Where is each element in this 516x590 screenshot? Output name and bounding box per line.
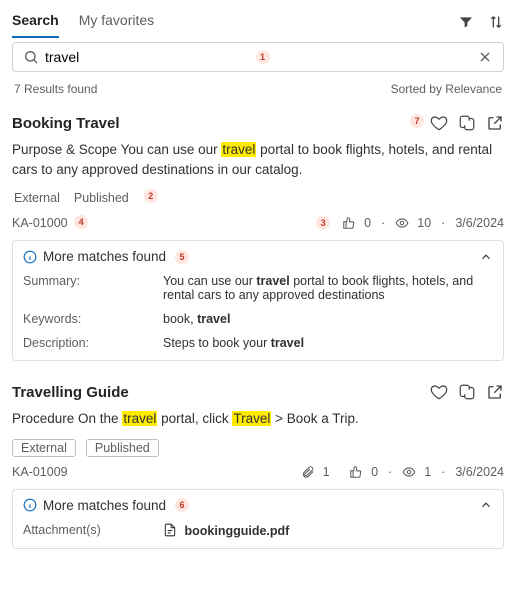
copy-link-icon[interactable] bbox=[458, 383, 476, 401]
result-tags: External Published 2 bbox=[12, 189, 504, 207]
attachment-value[interactable]: bookingguide.pdf bbox=[163, 523, 493, 538]
marker-1: 1 bbox=[256, 50, 270, 64]
result-id: KA-01000 bbox=[12, 216, 68, 230]
top-bar: Search My favorites bbox=[0, 0, 516, 38]
more-matches-label: More matches found bbox=[43, 498, 166, 513]
popout-icon[interactable] bbox=[486, 383, 504, 401]
info-icon bbox=[23, 498, 37, 512]
result-item: Travelling Guide Procedure On the travel… bbox=[0, 375, 516, 563]
summary-value: You can use our travel portal to book fl… bbox=[163, 274, 493, 302]
info-icon bbox=[23, 250, 37, 264]
results-count: 7 Results found bbox=[14, 82, 97, 96]
tabs: Search My favorites bbox=[12, 6, 458, 38]
match-summary: Summary: You can use our travel portal t… bbox=[23, 274, 493, 302]
keywords-key: Keywords: bbox=[23, 312, 163, 326]
views-icon bbox=[395, 216, 409, 230]
thumbs-up-icon[interactable] bbox=[349, 465, 363, 479]
search-wrap: 1 bbox=[0, 38, 516, 78]
search-input[interactable] bbox=[45, 49, 253, 65]
views-count: 10 bbox=[417, 216, 431, 230]
file-icon bbox=[163, 523, 177, 537]
result-stats: 1 0 1 3/6/2024 bbox=[301, 465, 504, 479]
result-tags: External Published bbox=[12, 439, 504, 457]
keywords-value: book, travel bbox=[163, 312, 493, 326]
favorite-icon[interactable] bbox=[430, 383, 448, 401]
marker-6: 6 bbox=[175, 498, 189, 512]
sort-label: Sorted by Relevance bbox=[391, 82, 502, 96]
marker-2: 2 bbox=[144, 189, 158, 203]
thumbs-up-icon[interactable] bbox=[342, 216, 356, 230]
result-stats: 3 0 10 3/6/2024 bbox=[313, 216, 504, 230]
result-actions: 7 bbox=[407, 114, 504, 132]
favorite-icon[interactable] bbox=[430, 114, 448, 132]
tag-published: Published bbox=[72, 189, 131, 207]
attachment-icon[interactable] bbox=[301, 465, 315, 479]
description-value: Steps to book your travel bbox=[163, 336, 493, 350]
result-title[interactable]: Booking Travel bbox=[12, 115, 120, 132]
tab-search[interactable]: Search bbox=[12, 6, 59, 38]
summary-key: Summary: bbox=[23, 274, 163, 302]
popout-icon[interactable] bbox=[486, 114, 504, 132]
match-keywords: Keywords: book, travel bbox=[23, 312, 493, 326]
tab-favorites[interactable]: My favorites bbox=[79, 6, 154, 38]
tag-external: External bbox=[12, 439, 76, 457]
tag-external: External bbox=[12, 189, 62, 207]
search-box[interactable]: 1 bbox=[12, 42, 504, 72]
marker-7: 7 bbox=[410, 114, 424, 128]
filter-icon[interactable] bbox=[458, 14, 474, 30]
result-id: KA-01009 bbox=[12, 465, 68, 479]
highlight: travel bbox=[122, 411, 157, 426]
top-icons bbox=[458, 14, 504, 30]
description-key: Description: bbox=[23, 336, 163, 350]
marker-3: 3 bbox=[316, 216, 330, 230]
match-description: Description: Steps to book your travel bbox=[23, 336, 493, 350]
more-matches-panel: More matches found 5 Summary: You can us… bbox=[12, 240, 504, 361]
marker-5: 5 bbox=[175, 250, 189, 264]
highlight: travel bbox=[221, 142, 256, 157]
highlight: Travel bbox=[232, 411, 271, 426]
search-icon bbox=[23, 49, 39, 65]
more-matches-panel: More matches found 6 Attachment(s) booki… bbox=[12, 489, 504, 549]
more-matches-toggle[interactable]: More matches found 6 bbox=[23, 498, 493, 513]
meta-row: 7 Results found Sorted by Relevance bbox=[0, 78, 516, 106]
result-snippet: Purpose & Scope You can use our travel p… bbox=[12, 140, 504, 179]
match-attachment: Attachment(s) bookingguide.pdf bbox=[23, 523, 493, 538]
result-date: 3/6/2024 bbox=[455, 216, 504, 230]
result-snippet: Procedure On the travel portal, click Tr… bbox=[12, 409, 504, 429]
result-title[interactable]: Travelling Guide bbox=[12, 384, 129, 401]
likes-count: 0 bbox=[371, 465, 378, 479]
tag-published: Published bbox=[86, 439, 159, 457]
attachment-key: Attachment(s) bbox=[23, 523, 163, 538]
views-count: 1 bbox=[424, 465, 431, 479]
more-matches-toggle[interactable]: More matches found 5 bbox=[23, 249, 493, 264]
chevron-up-icon bbox=[479, 498, 493, 512]
more-matches-label: More matches found bbox=[43, 249, 166, 264]
chevron-up-icon bbox=[479, 250, 493, 264]
views-icon bbox=[402, 465, 416, 479]
result-date: 3/6/2024 bbox=[455, 465, 504, 479]
attachment-count: 1 bbox=[323, 465, 330, 479]
clear-icon[interactable] bbox=[477, 49, 493, 65]
likes-count: 0 bbox=[364, 216, 371, 230]
marker-4: 4 bbox=[74, 215, 88, 229]
result-item: Booking Travel 7 Purpose & Scope You can… bbox=[0, 106, 516, 375]
sort-icon[interactable] bbox=[488, 14, 504, 30]
copy-link-icon[interactable] bbox=[458, 114, 476, 132]
result-actions bbox=[430, 383, 504, 401]
